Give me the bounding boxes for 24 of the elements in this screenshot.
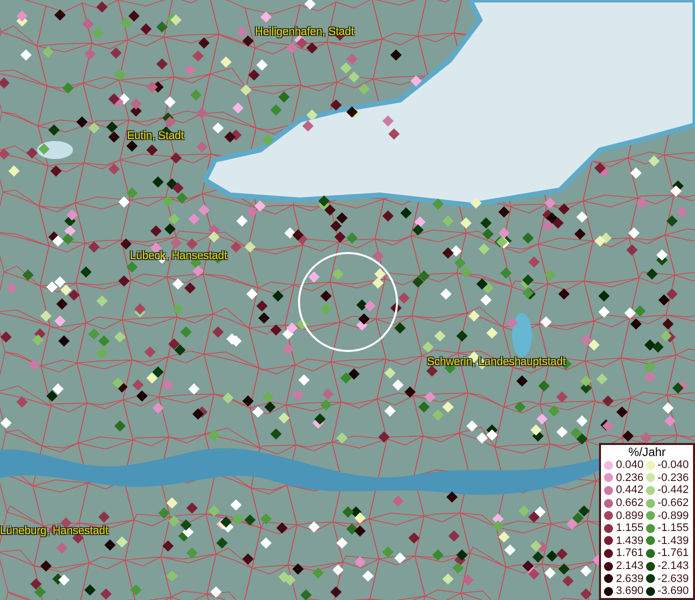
legend-title: %/Jahr bbox=[627, 445, 667, 459]
legend-value: 0.662 bbox=[616, 497, 644, 510]
legend-value: -2.639 bbox=[658, 572, 689, 585]
legend-value: 2.143 bbox=[616, 560, 644, 572]
legend-value: -0.899 bbox=[658, 510, 689, 522]
legend-value: -1.439 bbox=[658, 534, 689, 547]
legend-value: 1.761 bbox=[616, 547, 644, 560]
legend-value: 0.236 bbox=[616, 472, 644, 484]
legend-value: 0.040 bbox=[616, 459, 644, 472]
legend-value: 0.899 bbox=[616, 510, 644, 522]
legend-value: -0.236 bbox=[658, 472, 689, 484]
legend-value: -3.690 bbox=[658, 585, 689, 598]
legend-value: 1.155 bbox=[616, 522, 644, 534]
legend-value: 3.690 bbox=[616, 585, 644, 598]
legend-value: -1.761 bbox=[658, 547, 689, 560]
legend-value: 2.639 bbox=[616, 572, 644, 585]
legend-value: -0.040 bbox=[658, 459, 689, 472]
map-drawing[interactable] bbox=[0, 0, 695, 600]
legend-value: -0.662 bbox=[658, 497, 689, 510]
legend-value: -1.155 bbox=[658, 522, 689, 534]
legend-value: 0.442 bbox=[616, 484, 644, 496]
legend-value: 1.439 bbox=[616, 534, 644, 547]
legend-value: -0.442 bbox=[658, 484, 689, 496]
legend-value: -2.143 bbox=[658, 560, 689, 572]
